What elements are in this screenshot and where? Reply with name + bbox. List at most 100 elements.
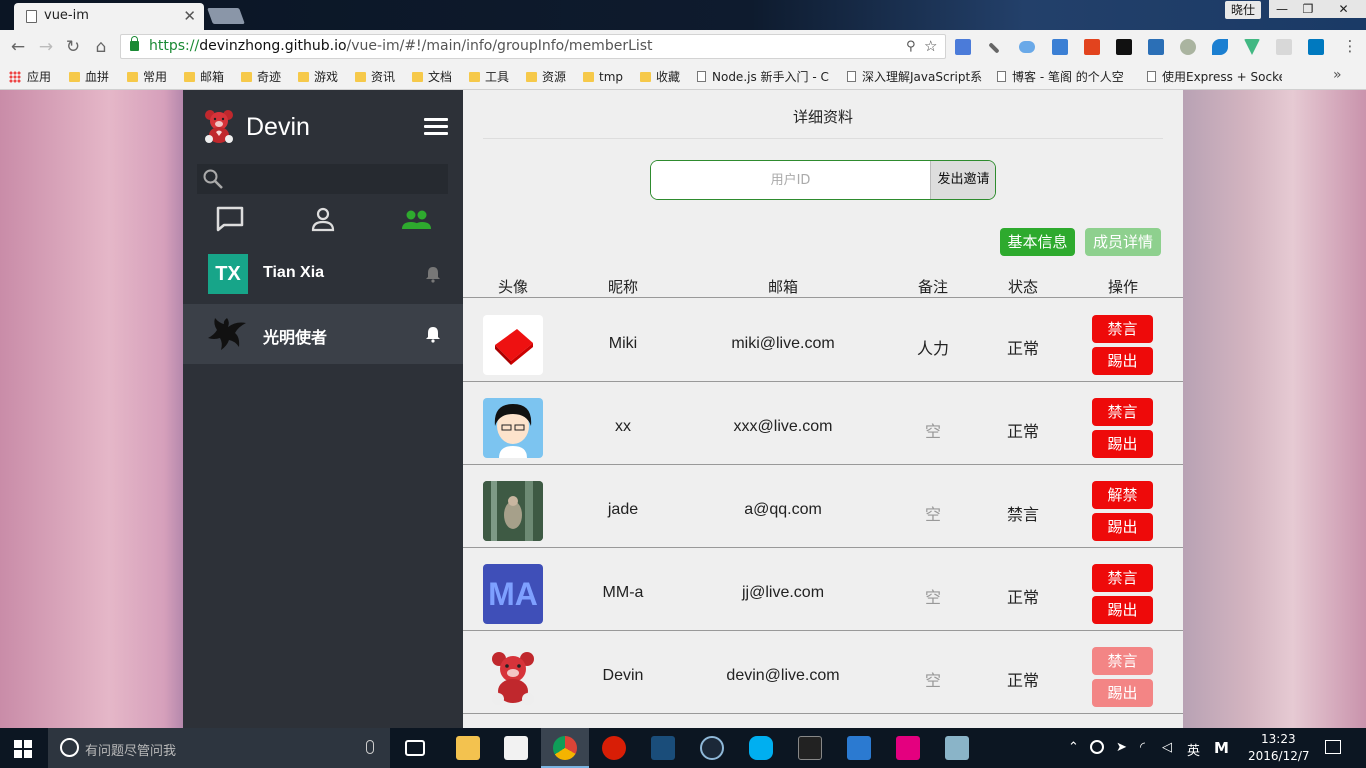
kick-button[interactable]: 踢出 [1092,596,1153,624]
store-icon[interactable] [504,736,528,760]
user-id-input[interactable] [651,161,930,199]
qq-icon[interactable] [896,736,920,760]
new-tab-button[interactable] [207,8,245,24]
translate-extension-icon[interactable] [955,39,971,55]
vscode-icon[interactable] [847,736,871,760]
folder-icon [355,72,366,82]
bookmark-item[interactable]: 收藏 [640,68,680,86]
person-icon[interactable] [308,205,338,233]
profile-button[interactable]: 晓仕 [1225,1,1262,19]
chat-icon[interactable] [215,205,245,233]
bookmark-item[interactable]: 游戏 [298,68,338,86]
group-icon[interactable] [401,205,431,233]
circle-extension-icon[interactable] [1180,39,1196,55]
kick-button[interactable]: 踢出 [1092,347,1153,375]
vue-devtools-icon[interactable] [1244,39,1260,55]
tab-member-details[interactable]: 成员详情 [1085,228,1161,256]
trello-extension-icon[interactable] [1308,39,1324,55]
window-extension-icon[interactable] [1148,39,1164,55]
bookmark-item[interactable]: 工具 [469,68,509,86]
bookmark-item[interactable]: tmp [583,68,623,86]
bookmark-item[interactable]: 血拼 [69,68,109,86]
pen-extension-icon[interactable] [988,42,1000,54]
steam-icon[interactable] [700,736,724,760]
windows-start-icon[interactable] [14,740,32,758]
screenshot-extension-icon[interactable] [1052,39,1068,55]
page-icon [997,71,1006,82]
member-remark: 人力 [916,341,950,358]
minimize-button[interactable]: — [1269,0,1295,18]
tray-expand-icon[interactable]: ⌃ [1068,740,1079,755]
star-icon[interactable]: ☆ [924,37,937,55]
cloud-extension-icon[interactable] [1019,41,1035,53]
bookmark-item[interactable]: 常用 [127,68,167,86]
task-view-icon[interactable] [405,740,425,756]
powershell-icon[interactable] [651,736,675,760]
kick-button[interactable]: 踢出 [1092,430,1153,458]
tab-basic-info[interactable]: 基本信息 [1000,228,1075,256]
kick-button[interactable]: 踢出 [1092,679,1153,707]
kick-button[interactable]: 踢出 [1092,513,1153,541]
bookmark-item[interactable]: 文档 [412,68,452,86]
office-extension-icon[interactable] [1084,39,1100,55]
mute-button[interactable]: 禁言 [1092,564,1153,592]
bookmark-item[interactable]: 应用 [9,68,51,86]
ime-indicator[interactable]: 英 [1187,740,1200,759]
contact-item[interactable]: TX Tian Xia [183,244,463,304]
leaf-extension-icon[interactable] [1212,39,1228,55]
mute-button[interactable]: 禁言 [1092,315,1153,343]
bookmark-item[interactable]: Node.js 新手入门 - C [697,68,837,86]
home-button[interactable]: ⌂ [91,37,111,57]
member-nickname: jade [607,501,639,518]
bookmark-item[interactable]: 深入理解JavaScript系 [847,68,987,86]
mute-button[interactable]: 禁言 [1092,647,1153,675]
wifi-icon[interactable]: ◜ [1140,740,1145,755]
restore-button[interactable]: ❐ [1295,0,1321,18]
steam-tray-icon[interactable] [1090,740,1104,754]
sidebar-search-input[interactable] [197,164,448,194]
chrome-icon[interactable] [553,736,577,760]
bell-icon[interactable] [425,325,441,343]
forward-button[interactable]: → [36,37,56,57]
chrome-menu-icon[interactable]: ⋮ [1342,37,1358,57]
close-window-button[interactable]: ✕ [1321,0,1366,18]
clock-time[interactable]: 13:23 [1261,732,1296,746]
avatar [483,315,543,375]
mute-button[interactable]: 禁言 [1092,398,1153,426]
bookmarks-overflow-icon[interactable]: » [1333,67,1342,83]
key-icon[interactable]: ⚲ [906,39,916,54]
microphone-icon[interactable] [366,740,374,754]
bookmark-item[interactable]: 使用Express + Socke [1147,68,1282,86]
contact-item[interactable]: 光明使者 [183,304,463,364]
bookmark-item[interactable]: 资源 [526,68,566,86]
bookmark-item[interactable]: 资讯 [355,68,395,86]
volume-icon[interactable]: ◁ [1162,740,1172,755]
menu-icon[interactable] [424,118,448,136]
send-invite-button[interactable]: 发出邀请 [930,161,995,199]
close-tab-icon[interactable]: ✕ [183,7,196,25]
s-extension-icon[interactable] [1116,39,1132,55]
clock-date[interactable]: 2016/12/7 [1248,749,1310,763]
terminal-icon[interactable] [798,736,822,760]
bookmark-item[interactable]: 博客 - 笔阁 的个人空 [997,68,1137,86]
address-bar[interactable]: https://devinzhong.github.io/vue-im/#!/m… [120,34,946,59]
action-center-icon[interactable] [1325,740,1341,754]
browser-tab[interactable]: vue-im ✕ [14,3,204,30]
skype-icon[interactable] [749,736,773,760]
grid-extension-icon[interactable] [1276,39,1292,55]
member-email: miki@live.com [731,335,835,352]
reload-button[interactable]: ↻ [63,37,83,57]
contact-name: 光明使者 [263,330,328,347]
notepad-icon[interactable] [945,736,969,760]
bell-icon[interactable] [425,265,441,283]
bookmark-item[interactable]: 奇迹 [241,68,281,86]
netease-music-icon[interactable] [602,736,626,760]
bookmark-item[interactable]: 邮箱 [184,68,224,86]
back-button[interactable]: ← [8,37,28,57]
ime-mode-indicator[interactable]: M [1214,739,1229,757]
cortana-search-box[interactable]: 有问题尽管问我 [48,728,390,768]
unmute-button[interactable]: 解禁 [1092,481,1153,509]
send-tray-icon[interactable]: ➤ [1116,740,1127,755]
file-explorer-icon[interactable] [456,736,480,760]
member-status: 正常 [1006,424,1040,441]
